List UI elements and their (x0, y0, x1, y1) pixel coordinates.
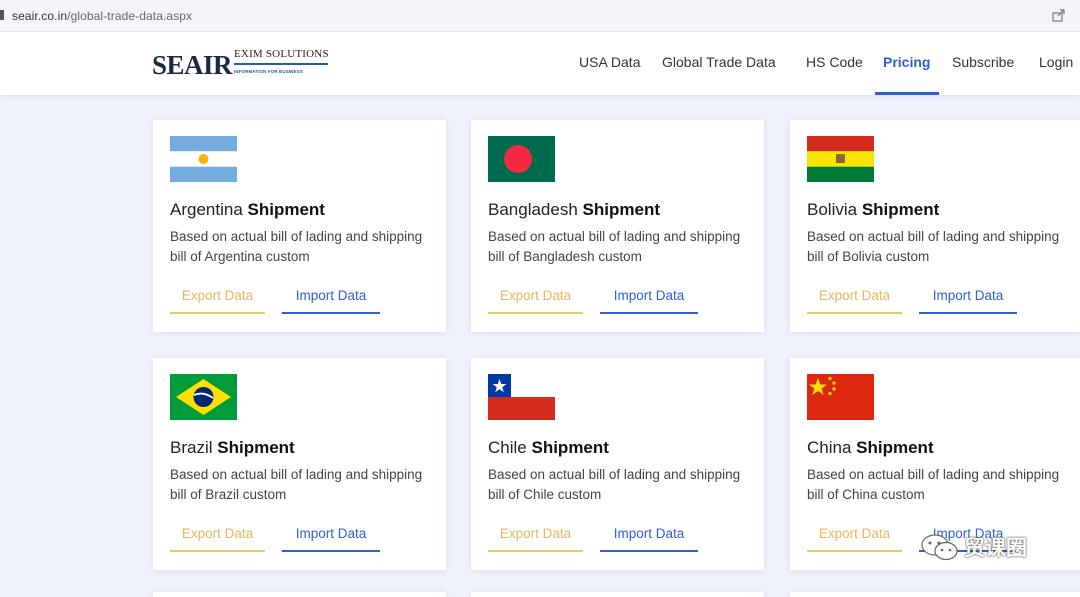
url-text[interactable]: seair.co.in/global-trade-data.aspx (12, 9, 192, 23)
card-title: Chile Shipment (488, 438, 609, 457)
export-data-button[interactable]: Export Data (807, 288, 902, 314)
nav-usa-data[interactable]: USA Data (579, 54, 640, 70)
import-data-button[interactable]: Import Data (919, 288, 1017, 314)
site-header: SEAIR EXIM SOLUTIONS INFORMATION FOR BUS… (0, 32, 1080, 95)
nav-pricing[interactable]: Pricing (883, 54, 930, 70)
card-title: Bolivia Shipment (807, 200, 940, 219)
logo-divider (234, 63, 328, 65)
nav-subscribe[interactable]: Subscribe (952, 54, 1014, 70)
import-data-button[interactable]: Import Data (282, 288, 380, 314)
url-path: /global-trade-data.aspx (67, 9, 193, 23)
wechat-icon (921, 534, 958, 561)
bangladesh-flag-icon (488, 136, 555, 182)
export-data-button[interactable]: Export Data (488, 526, 583, 552)
brazil-flag-icon (170, 374, 237, 420)
browser-url-bar[interactable]: seair.co.in/global-trade-data.aspx (0, 0, 1080, 32)
import-data-button[interactable]: Import Data (600, 526, 698, 552)
card-description: Based on actual bill of lading and shipp… (170, 467, 423, 502)
nav-hs-code[interactable]: HS Code (806, 54, 863, 70)
card-title: Brazil Shipment (170, 438, 295, 457)
import-data-button[interactable]: Import Data (282, 526, 380, 552)
country-card-chile: Chile Shipment Based on actual bill of l… (471, 358, 764, 570)
card-description: Based on actual bill of lading and shipp… (807, 467, 1060, 502)
card-description: Based on actual bill of lading and shipp… (488, 229, 741, 264)
watermark-text: 贸课圈 (964, 537, 1027, 560)
card-title: Bangladesh Shipment (488, 200, 660, 219)
nav-global-trade-data[interactable]: Global Trade Data (662, 54, 776, 70)
country-card-bangladesh: Bangladesh Shipment Based on actual bill… (471, 120, 764, 332)
country-card-bolivia: Bolivia Shipment Based on actual bill of… (790, 120, 1080, 332)
export-data-button[interactable]: Export Data (488, 288, 583, 314)
bolivia-flag-icon (807, 136, 874, 182)
card-description: Based on actual bill of lading and shipp… (488, 467, 741, 502)
share-icon[interactable] (1052, 8, 1066, 22)
country-card-brazil: Brazil Shipment Based on actual bill of … (153, 358, 446, 570)
next-row-card (790, 592, 1080, 597)
seair-logo[interactable]: SEAIR EXIM SOLUTIONS INFORMATION FOR BUS… (152, 44, 332, 84)
import-data-button[interactable]: Import Data (600, 288, 698, 314)
logo-main-text: SEAIR (152, 50, 233, 80)
next-row-card (471, 592, 764, 597)
card-description: Based on actual bill of lading and shipp… (807, 229, 1060, 264)
export-data-button[interactable]: Export Data (170, 288, 265, 314)
next-row-card (153, 592, 446, 597)
china-flag-icon (807, 374, 874, 420)
url-domain: seair.co.in (12, 9, 68, 23)
export-data-button[interactable]: Export Data (170, 526, 265, 552)
argentina-flag-icon (170, 136, 237, 182)
site-info-icon[interactable] (0, 10, 4, 20)
logo-tagline: INFORMATION FOR BUSINESS (234, 69, 303, 74)
export-data-button[interactable]: Export Data (807, 526, 902, 552)
nav-login[interactable]: Login (1039, 54, 1073, 70)
logo-sub-text: EXIM SOLUTIONS (234, 48, 329, 60)
card-title: China Shipment (807, 438, 934, 457)
card-title: Argentina Shipment (170, 200, 325, 219)
watermark: 贸课圈 (920, 532, 1027, 562)
nav-active-indicator (875, 92, 939, 95)
card-description: Based on actual bill of lading and shipp… (170, 229, 423, 264)
chile-flag-icon (488, 374, 555, 420)
country-card-argentina: Argentina Shipment Based on actual bill … (153, 120, 446, 332)
